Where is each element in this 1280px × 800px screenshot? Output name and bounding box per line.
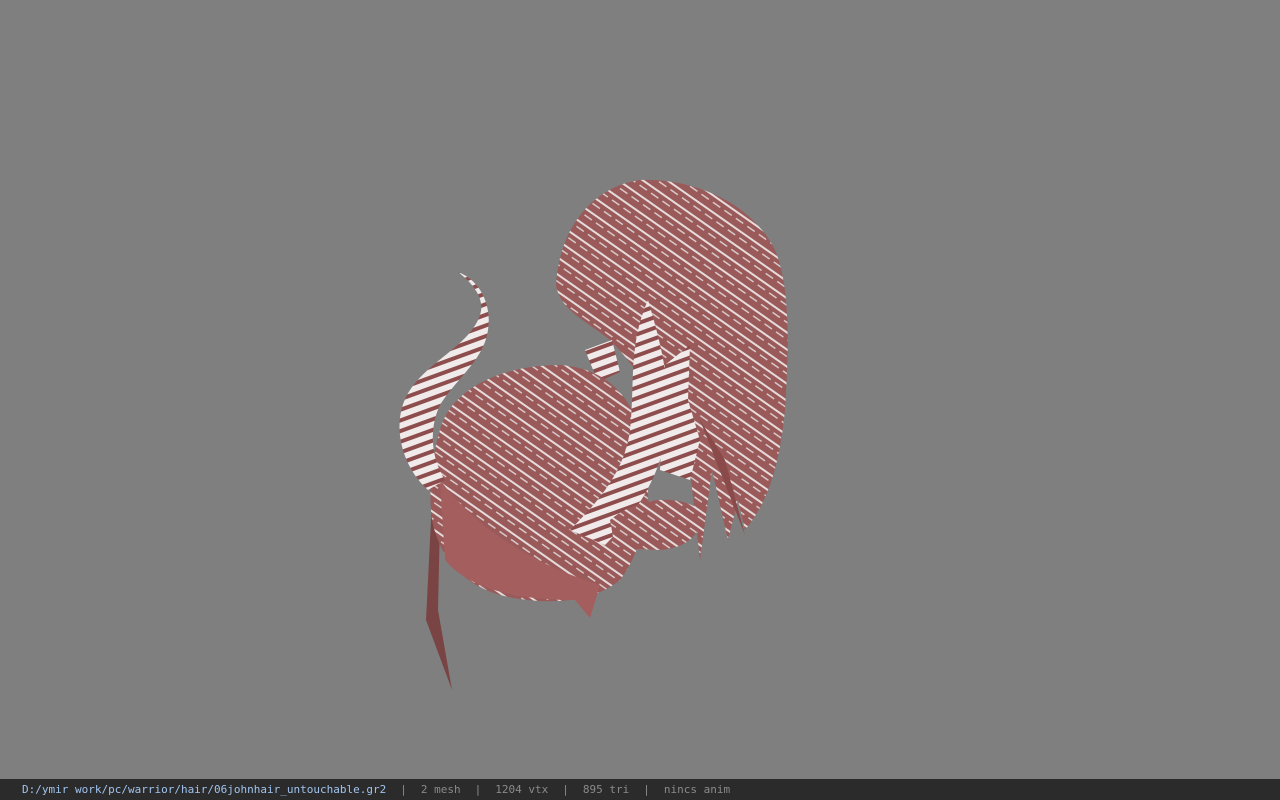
3d-viewport[interactable] xyxy=(0,0,1280,779)
file-path: D:/ymir work/pc/warrior/hair/06johnhair_… xyxy=(22,783,387,796)
separator: | xyxy=(400,783,407,796)
vertex-count: 1204 vtx xyxy=(495,783,549,796)
separator: | xyxy=(643,783,650,796)
mesh-count: 2 mesh xyxy=(420,783,461,796)
triangle-count: 895 tri xyxy=(582,783,630,796)
status-bar: D:/ymir work/pc/warrior/hair/06johnhair_… xyxy=(0,779,1280,800)
separator: | xyxy=(562,783,569,796)
hair-model-render[interactable] xyxy=(0,0,1280,779)
animation-status: nincs anim xyxy=(663,783,731,796)
separator: | xyxy=(474,783,482,796)
